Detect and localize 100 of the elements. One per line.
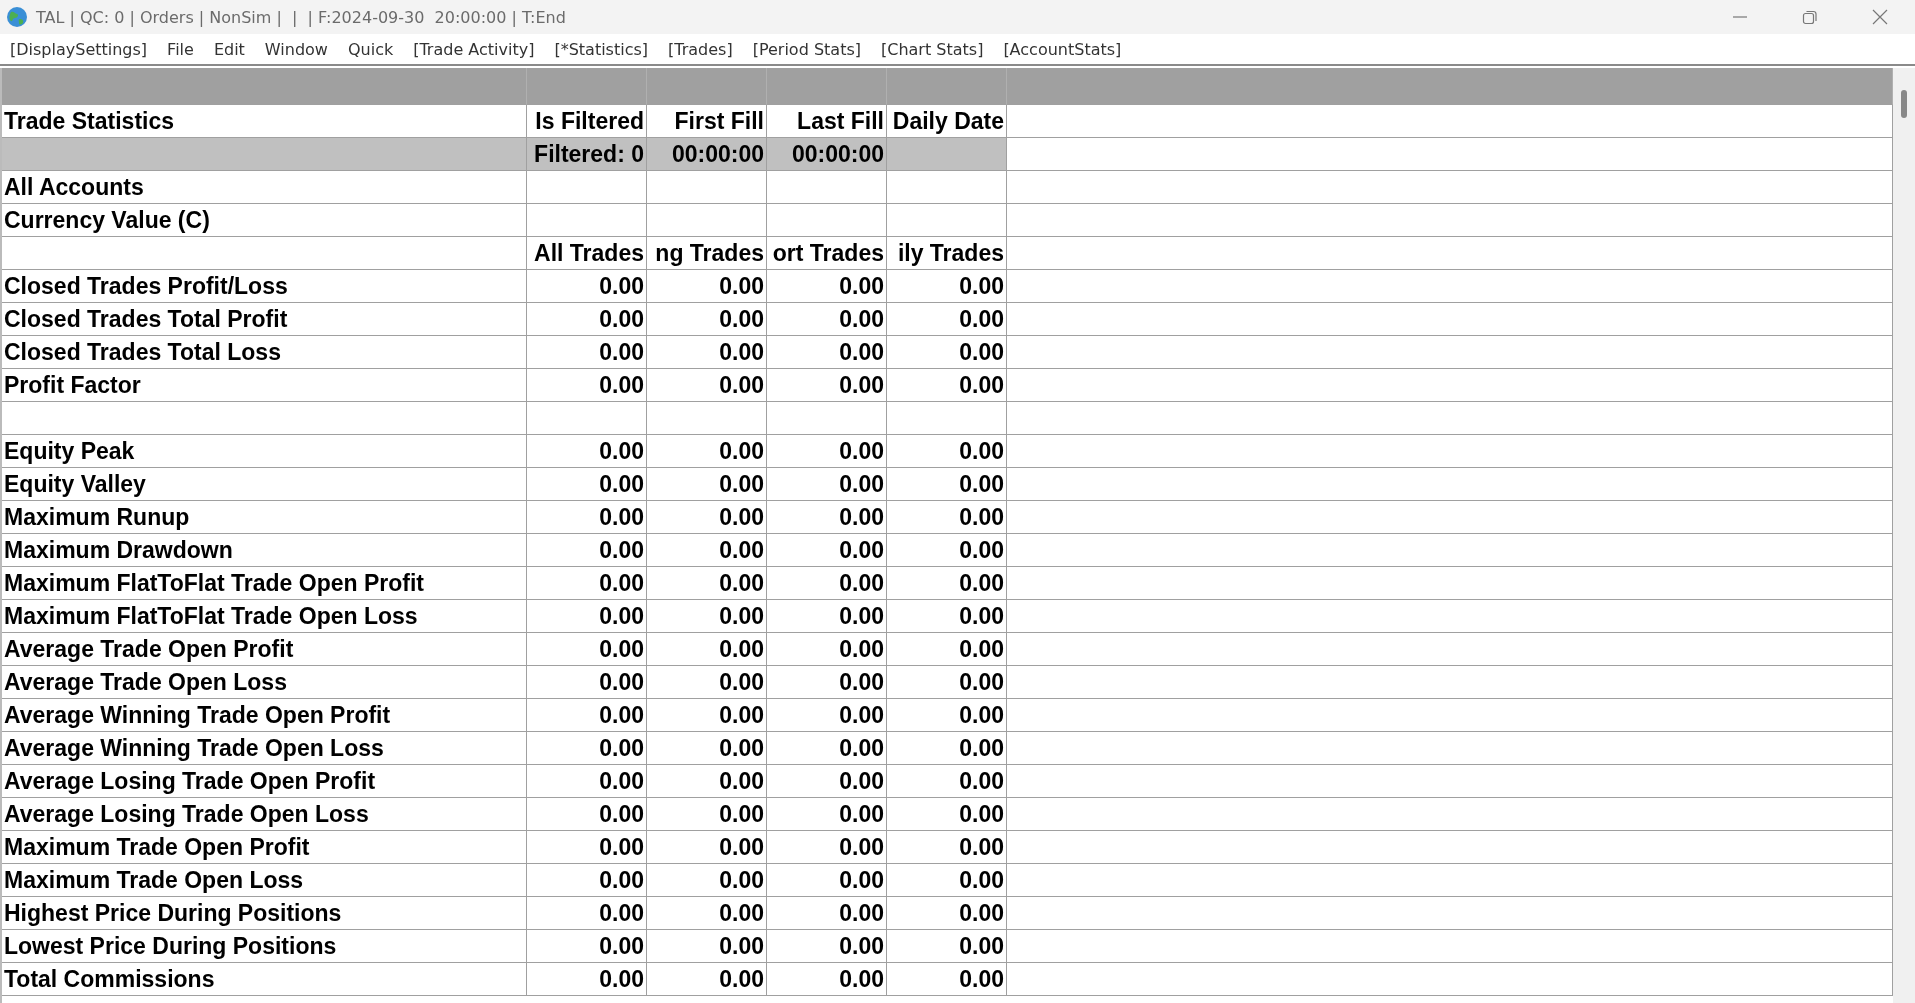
table-cell: 0.00 [527, 732, 647, 765]
globe-icon [6, 6, 28, 28]
column-header: All Trades [527, 237, 647, 270]
table-cell: 0.00 [647, 666, 767, 699]
table-cell: 0.00 [887, 864, 1007, 897]
table-cell: 0.00 [887, 501, 1007, 534]
menu-item[interactable]: File [161, 37, 200, 61]
table-cell: 0.00 [647, 765, 767, 798]
menu-item[interactable]: Quick [341, 37, 400, 61]
row-label: Lowest Price During Positions [2, 930, 527, 963]
column-header: ort Trades [767, 237, 887, 270]
table-cell: 0.00 [887, 270, 1007, 303]
menu-item[interactable]: [DisplaySettings] [4, 37, 154, 61]
table-cell: 0.00 [767, 435, 887, 468]
table-cell: 0.00 [647, 567, 767, 600]
table-cell: 0.00 [527, 699, 647, 732]
table-cell: 0.00 [527, 963, 647, 996]
table-cell: 0.00 [767, 831, 887, 864]
table-cell: 0.00 [647, 600, 767, 633]
table-cell: 0.00 [527, 798, 647, 831]
table-cell: 0.00 [767, 501, 887, 534]
column-header: 00:00:00 [767, 138, 887, 171]
table-cell: 0.00 [767, 303, 887, 336]
table-cell: 0.00 [647, 303, 767, 336]
table-cell: 0.00 [647, 534, 767, 567]
menu-item[interactable]: Edit [207, 37, 251, 61]
table-cell: 0.00 [767, 468, 887, 501]
row-label: Average Winning Trade Open Profit [2, 699, 527, 732]
table-cell: 0.00 [527, 567, 647, 600]
table-cell: 0.00 [647, 930, 767, 963]
table-cell: 0.00 [767, 336, 887, 369]
row-label: Maximum Runup [2, 501, 527, 534]
table-cell: 0.00 [887, 699, 1007, 732]
table-cell: 0.00 [767, 534, 887, 567]
column-header: Filtered: 0 [527, 138, 647, 171]
table-cell: 0.00 [527, 765, 647, 798]
table-cell: 0.00 [647, 369, 767, 402]
table-cell: 0.00 [887, 468, 1007, 501]
minimize-icon [1733, 16, 1747, 18]
table-cell: 0.00 [887, 600, 1007, 633]
table-cell: 0.00 [527, 897, 647, 930]
table-cell: 0.00 [887, 369, 1007, 402]
table-cell: 0.00 [527, 864, 647, 897]
table-cell: 0.00 [887, 567, 1007, 600]
row-label: Closed Trades Total Profit [2, 303, 527, 336]
table-cell: 0.00 [527, 501, 647, 534]
row-label: Maximum FlatToFlat Trade Open Loss [2, 600, 527, 633]
close-icon [1872, 9, 1888, 25]
menu-item[interactable]: [*Statistics] [548, 37, 655, 61]
menu-item[interactable]: [AccountStats] [997, 37, 1128, 61]
column-header: ng Trades [647, 237, 767, 270]
menu-item[interactable]: Window [258, 37, 334, 61]
row-label: Closed Trades Total Loss [2, 336, 527, 369]
row-label: Equity Valley [2, 468, 527, 501]
table-cell: 0.00 [647, 864, 767, 897]
table-cell: 0.00 [527, 303, 647, 336]
table-cell: 0.00 [767, 567, 887, 600]
row-label: Average Losing Trade Open Profit [2, 765, 527, 798]
scrollbar-thumb[interactable] [1901, 90, 1907, 118]
table-cell: 0.00 [647, 699, 767, 732]
table-cell: 0.00 [527, 336, 647, 369]
table-cell: 0.00 [767, 732, 887, 765]
row-label: Maximum FlatToFlat Trade Open Profit [2, 567, 527, 600]
table-cell: 0.00 [647, 963, 767, 996]
row-label: Total Commissions [2, 963, 527, 996]
row-label: Closed Trades Profit/Loss [2, 270, 527, 303]
row-label: Maximum Drawdown [2, 534, 527, 567]
row-label: Currency Value (C) [2, 204, 527, 237]
table-cell: 0.00 [887, 534, 1007, 567]
table-cell: 0.00 [527, 369, 647, 402]
menu-item[interactable]: [Chart Stats] [875, 37, 990, 61]
table-cell: 0.00 [527, 600, 647, 633]
table-cell: 0.00 [767, 897, 887, 930]
table-cell: 0.00 [767, 765, 887, 798]
table-cell: 0.00 [767, 963, 887, 996]
row-label: Average Winning Trade Open Loss [2, 732, 527, 765]
table-cell: 0.00 [887, 963, 1007, 996]
table-cell: 0.00 [527, 831, 647, 864]
row-label: Profit Factor [2, 369, 527, 402]
table-cell: 0.00 [887, 633, 1007, 666]
table-cell: 0.00 [887, 765, 1007, 798]
table-cell: 0.00 [887, 930, 1007, 963]
table-cell: 0.00 [767, 798, 887, 831]
menu-item[interactable]: [Trades] [662, 37, 739, 61]
menu-item[interactable]: [Period Stats] [746, 37, 867, 61]
row-label: Average Trade Open Loss [2, 666, 527, 699]
table-cell: 0.00 [527, 534, 647, 567]
table-cell: 0.00 [887, 666, 1007, 699]
table-cell: 0.00 [527, 435, 647, 468]
table-cell: 0.00 [647, 435, 767, 468]
table-cell: 0.00 [887, 798, 1007, 831]
menu-item[interactable]: [Trade Activity] [407, 37, 541, 61]
table-cell: 0.00 [887, 897, 1007, 930]
row-label: Maximum Trade Open Profit [2, 831, 527, 864]
table-cell: 0.00 [767, 633, 887, 666]
row-label: Equity Peak [2, 435, 527, 468]
table-cell: 0.00 [887, 435, 1007, 468]
row-label: Average Losing Trade Open Loss [2, 798, 527, 831]
table-cell: 0.00 [887, 831, 1007, 864]
row-label: Highest Price During Positions [2, 897, 527, 930]
